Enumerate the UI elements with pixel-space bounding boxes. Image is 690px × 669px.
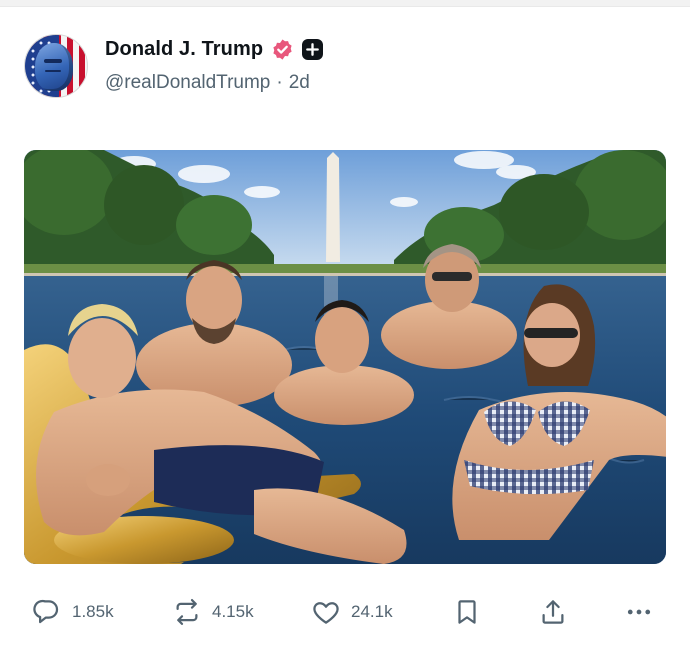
like-button[interactable]: 24.1k: [311, 592, 393, 632]
display-name[interactable]: Donald J. Trump: [105, 38, 263, 61]
avatar-face: [35, 43, 73, 91]
more-icon: [627, 609, 651, 615]
post-header: Donald J. Trump @realDonaldTrump · 2d: [24, 34, 664, 98]
post-actions: 1.85k 4.15k 24.1k: [32, 592, 662, 632]
premium-plus-icon: [302, 38, 324, 60]
monument: [326, 152, 340, 262]
bookmark-button[interactable]: [452, 592, 482, 632]
avatar[interactable]: [24, 34, 88, 98]
like-icon: [313, 602, 339, 624]
like-count: 24.1k: [351, 602, 393, 621]
share-icon: [542, 600, 564, 624]
top-divider: [0, 0, 690, 7]
share-button[interactable]: [538, 592, 568, 632]
reply-count: 1.85k: [72, 602, 114, 621]
repost-icon: [176, 599, 198, 625]
bookmark-icon: [458, 600, 476, 624]
handle[interactable]: @realDonaldTrump: [105, 72, 270, 93]
photo-scene: [24, 150, 666, 564]
timestamp[interactable]: 2d: [289, 72, 310, 93]
more-button[interactable]: [624, 592, 654, 632]
reply-icon: [33, 599, 59, 624]
repost-button[interactable]: 4.15k: [172, 592, 254, 632]
separator: ·: [276, 72, 283, 93]
verified-badge-icon: [271, 38, 294, 61]
handle-row: @realDonaldTrump · 2d: [105, 72, 310, 94]
name-row: Donald J. Trump: [105, 36, 324, 62]
post-photo[interactable]: [24, 150, 666, 564]
reply-button[interactable]: 1.85k: [32, 592, 114, 632]
repost-count: 4.15k: [212, 602, 254, 621]
